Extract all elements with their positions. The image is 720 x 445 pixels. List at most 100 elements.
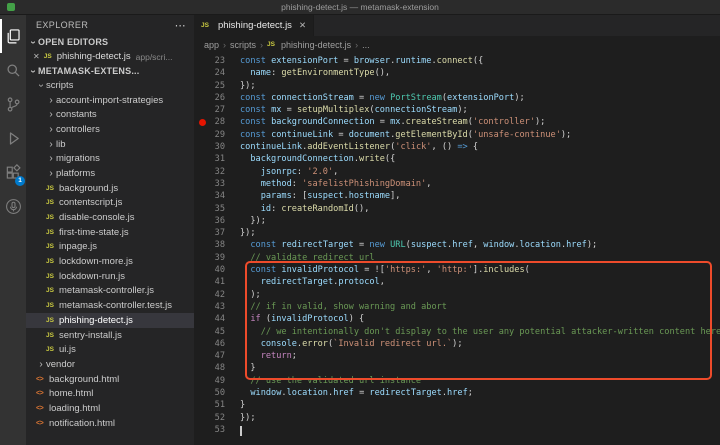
breadcrumb-item--[interactable]: ...	[362, 40, 370, 50]
code-line-31[interactable]: 31 backgroundConnection.write({	[194, 153, 720, 165]
line-number[interactable]: 34	[194, 190, 240, 202]
code-line-26[interactable]: 26const connectionStream = new PortStrea…	[194, 92, 720, 104]
code-line-48[interactable]: 48 }	[194, 362, 720, 374]
code-line-29[interactable]: 29const continueLink = document.getEleme…	[194, 129, 720, 141]
code-line-49[interactable]: 49 // use the validated url instance	[194, 375, 720, 387]
line-number[interactable]: 46	[194, 338, 240, 350]
code-line-45[interactable]: 45 // we intentionally don't display to …	[194, 326, 720, 338]
open-editors-header[interactable]: › OPEN EDITORS	[26, 35, 194, 49]
code-line-36[interactable]: 36 });	[194, 215, 720, 227]
tree-file-metamask-controller.test.js[interactable]: JSmetamask-controller.test.js	[26, 298, 194, 313]
tree-folder-scripts[interactable]: ›scripts	[26, 78, 194, 93]
activity-source-control[interactable]	[0, 87, 26, 121]
activity-run-debug[interactable]	[0, 121, 26, 155]
tree-file-background.html[interactable]: <>background.html	[26, 372, 194, 387]
tree-folder-migrations[interactable]: ›migrations	[26, 151, 194, 166]
code-line-35[interactable]: 35 id: createRandomId(),	[194, 203, 720, 215]
line-number[interactable]: 35	[194, 203, 240, 215]
activity-extensions[interactable]: 1	[0, 155, 26, 189]
code-line-37[interactable]: 37});	[194, 227, 720, 239]
line-number[interactable]: 47	[194, 350, 240, 362]
tree-file-phishing-detect.js[interactable]: JSphishing-detect.js	[26, 313, 194, 328]
code-line-43[interactable]: 43 // if in valid, show warning and abor…	[194, 301, 720, 313]
breakpoint-dot[interactable]	[199, 119, 206, 126]
tree-file-metamask-controller.js[interactable]: JSmetamask-controller.js	[26, 284, 194, 299]
line-number[interactable]: 31	[194, 153, 240, 165]
line-number[interactable]: 36	[194, 215, 240, 227]
line-number[interactable]: 50	[194, 387, 240, 399]
breadcrumb-item-app[interactable]: app	[204, 40, 219, 50]
tree-file-disable-console.js[interactable]: JSdisable-console.js	[26, 210, 194, 225]
breadcrumb-item-scripts[interactable]: scripts	[230, 40, 256, 50]
line-number[interactable]: 39	[194, 252, 240, 264]
code-line-30[interactable]: 30continueLink.addEventListener('click',…	[194, 141, 720, 153]
code-line-41[interactable]: 41 redirectTarget.protocol,	[194, 276, 720, 288]
tree-file-notification.html[interactable]: <>notification.html	[26, 416, 194, 431]
activity-mic[interactable]	[0, 189, 26, 223]
tree-folder-constants[interactable]: ›constants	[26, 107, 194, 122]
line-number[interactable]: 37	[194, 227, 240, 239]
line-number[interactable]: 23	[194, 55, 240, 67]
activity-search[interactable]	[0, 53, 26, 87]
code-line-46[interactable]: 46 console.error(`Invalid redirect url.`…	[194, 338, 720, 350]
workspace-header[interactable]: › METAMASK-EXTENS...	[26, 64, 194, 78]
line-number[interactable]: 33	[194, 178, 240, 190]
tree-file-lockdown-more.js[interactable]: JSlockdown-more.js	[26, 254, 194, 269]
line-number[interactable]: 44	[194, 313, 240, 325]
code-line-39[interactable]: 39 // validate redirect url	[194, 252, 720, 264]
code-line-40[interactable]: 40 const invalidProtocol = !['https:', '…	[194, 264, 720, 276]
tree-file-ui.js[interactable]: JSui.js	[26, 342, 194, 357]
code-line-28[interactable]: 28const backgroundConnection = mx.create…	[194, 116, 720, 128]
line-number[interactable]: 45	[194, 326, 240, 338]
tree-file-inpage.js[interactable]: JSinpage.js	[26, 240, 194, 255]
code-line-51[interactable]: 51}	[194, 399, 720, 411]
line-number[interactable]: 27	[194, 104, 240, 116]
tree-file-background.js[interactable]: JSbackground.js	[26, 181, 194, 196]
tree-folder-controllers[interactable]: ›controllers	[26, 122, 194, 137]
tree-folder-account-import-strategies[interactable]: ›account-import-strategies	[26, 93, 194, 108]
code-line-50[interactable]: 50 window.location.href = redirectTarget…	[194, 387, 720, 399]
tree-file-loading.html[interactable]: <>loading.html	[26, 401, 194, 416]
open-editor-item[interactable]: ✕ JS phishing-detect.js app/scri...	[26, 49, 194, 64]
tab-phishing-detect-js[interactable]: JS phishing-detect.js ✕	[194, 15, 314, 36]
tree-folder-vendor[interactable]: ›vendor	[26, 357, 194, 372]
line-number[interactable]: 53	[194, 424, 240, 436]
code-line-34[interactable]: 34 params: [suspect.hostname],	[194, 190, 720, 202]
code-line-42[interactable]: 42 );	[194, 289, 720, 301]
close-icon[interactable]: ✕	[33, 52, 40, 61]
activity-explorer[interactable]	[0, 19, 26, 53]
tree-file-first-time-state.js[interactable]: JSfirst-time-state.js	[26, 225, 194, 240]
code-line-52[interactable]: 52});	[194, 412, 720, 424]
more-actions-icon[interactable]: ⋯	[175, 19, 186, 32]
line-number[interactable]: 38	[194, 239, 240, 251]
line-number[interactable]: 48	[194, 362, 240, 374]
line-number[interactable]: 43	[194, 301, 240, 313]
tree-file-home.html[interactable]: <>home.html	[26, 386, 194, 401]
code-line-23[interactable]: 23const extensionPort = browser.runtime.…	[194, 55, 720, 67]
line-number[interactable]: 24	[194, 67, 240, 79]
tree-file-contentscript.js[interactable]: JScontentscript.js	[26, 196, 194, 211]
line-number[interactable]: 28	[194, 116, 240, 128]
code-line-44[interactable]: 44 if (invalidProtocol) {	[194, 313, 720, 325]
code-line-24[interactable]: 24 name: getEnvironmentType(),	[194, 67, 720, 79]
line-number[interactable]: 32	[194, 166, 240, 178]
code-line-25[interactable]: 25});	[194, 80, 720, 92]
code-line-38[interactable]: 38 const redirectTarget = new URL(suspec…	[194, 239, 720, 251]
line-number[interactable]: 25	[194, 80, 240, 92]
code-line-47[interactable]: 47 return;	[194, 350, 720, 362]
line-number[interactable]: 52	[194, 412, 240, 424]
close-icon[interactable]: ✕	[299, 20, 306, 31]
tree-file-lockdown-run.js[interactable]: JSlockdown-run.js	[26, 269, 194, 284]
breadcrumb-item-phishing-detect-js[interactable]: phishing-detect.js	[281, 40, 351, 50]
line-number[interactable]: 30	[194, 141, 240, 153]
line-number[interactable]: 41	[194, 276, 240, 288]
code-line-53[interactable]: 53	[194, 424, 720, 436]
line-number[interactable]: 26	[194, 92, 240, 104]
line-number[interactable]: 42	[194, 289, 240, 301]
code-line-32[interactable]: 32 jsonrpc: '2.0',	[194, 166, 720, 178]
line-number[interactable]: 51	[194, 399, 240, 411]
line-number[interactable]: 29	[194, 129, 240, 141]
line-number[interactable]: 49	[194, 375, 240, 387]
tree-folder-platforms[interactable]: ›platforms	[26, 166, 194, 181]
line-number[interactable]: 40	[194, 264, 240, 276]
